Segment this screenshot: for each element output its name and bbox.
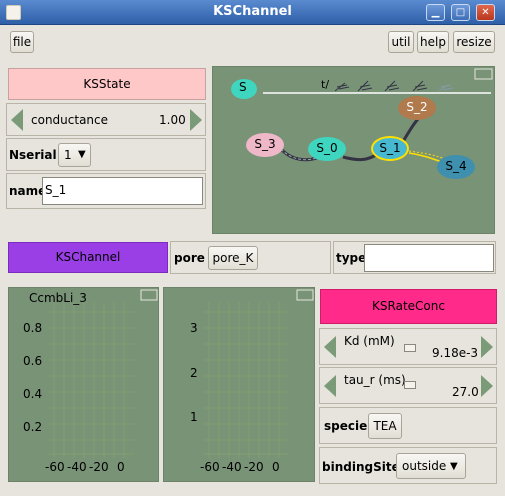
help-button[interactable]: help (417, 31, 449, 53)
x-tick: -60 (200, 460, 220, 474)
binding-value: outside (402, 459, 447, 473)
y-tick: 0.2 (23, 420, 43, 434)
ksstate-header[interactable]: KSState (8, 68, 206, 100)
kd-value: 9.18e-3 (432, 346, 479, 360)
kschannel-header[interactable]: KSChannel (8, 242, 168, 273)
util-button[interactable]: util (388, 31, 414, 53)
decrease-arrow-icon[interactable] (324, 375, 336, 397)
minimize-icon[interactable]: ▁ (426, 4, 445, 21)
resize-button[interactable]: resize (453, 31, 495, 53)
tau-label: tau_r (ms) (344, 373, 406, 387)
type-label: type (336, 251, 367, 265)
chevron-down-icon: ▼ (450, 461, 458, 472)
chevron-down-icon: ▼ (78, 149, 86, 160)
y-tick: 1 (190, 410, 198, 424)
specie-button[interactable]: TEA (368, 413, 402, 439)
conductance-value: 1.00 (159, 113, 186, 127)
kd-panel: Kd (mM) 9.18e-3 (319, 328, 497, 365)
plot-2-grid (204, 289, 314, 458)
binding-panel: bindingSite outside ▼ (319, 447, 497, 484)
y-tick: 0.8 (23, 321, 43, 335)
close-icon[interactable]: ✕ (476, 4, 495, 21)
y-tick: 2 (190, 366, 198, 380)
pore-label: pore (174, 251, 205, 265)
file-button[interactable]: file (10, 31, 34, 53)
plot-1-grid (49, 289, 158, 458)
conductance-label: conductance (31, 113, 109, 127)
rate-label: t/ (321, 78, 330, 91)
pore-panel: pore pore_K (170, 241, 331, 274)
kd-label: Kd (mM) (344, 334, 395, 348)
conductance-panel: conductance 1.00 (6, 103, 206, 136)
nserial-panel: Nserial 1 ▼ (6, 138, 206, 171)
name-input[interactable]: S_1 (42, 177, 203, 205)
decrease-arrow-icon[interactable] (11, 109, 23, 131)
tau-value: 27.0 (452, 385, 479, 399)
increase-arrow-icon[interactable] (481, 375, 493, 397)
tau-panel: tau_r (ms) 27.0 (319, 367, 497, 404)
increase-arrow-icon[interactable] (190, 109, 202, 131)
state-diagram[interactable]: S t/ S_2 S_3 S_0 S_1 S_4 (212, 66, 495, 234)
legend-state-label: S (239, 80, 247, 94)
state-node-s0[interactable]: S_0 (308, 137, 346, 161)
x-tick: -40 (222, 460, 242, 474)
state-node-s1[interactable]: S_1 (371, 136, 409, 161)
x-tick: -20 (89, 460, 109, 474)
y-tick: 0.4 (23, 387, 43, 401)
rate-plot-2[interactable]: 3 2 1 -60 -40 -20 0 (163, 287, 315, 482)
rate-plot-1[interactable]: CcmbLi_3 0.8 0.6 0.4 0.2 -60 -40 -20 0 (8, 287, 159, 482)
decrease-arrow-icon[interactable] (324, 336, 336, 358)
specie-panel: specie TEA (319, 407, 497, 444)
binding-label: bindingSite (322, 460, 400, 474)
pore-button[interactable]: pore_K (208, 246, 258, 270)
specie-label: specie (324, 419, 368, 433)
state-node-s3[interactable]: S_3 (246, 133, 284, 157)
increase-arrow-icon[interactable] (481, 336, 493, 358)
state-node-s4[interactable]: S_4 (437, 155, 475, 179)
type-panel: type (333, 241, 496, 274)
panel-corner-icon (474, 68, 493, 80)
tau-slider-knob[interactable] (404, 381, 416, 389)
x-tick: -20 (244, 460, 264, 474)
name-label: name (9, 184, 47, 198)
kd-slider-knob[interactable] (404, 344, 416, 352)
y-tick: 0.6 (23, 354, 43, 368)
x-tick: -60 (45, 460, 65, 474)
x-tick: 0 (272, 460, 280, 474)
type-input[interactable] (364, 244, 494, 272)
x-tick: -40 (67, 460, 87, 474)
state-node-s2[interactable]: S_2 (398, 96, 436, 120)
rate-markers (334, 80, 454, 92)
plot-1-title: CcmbLi_3 (29, 291, 87, 305)
title-bar: KSChannel ▁ □ ✕ (0, 0, 505, 25)
rate-header[interactable]: KSRateConc (320, 289, 497, 324)
nserial-value: 1 (64, 148, 72, 162)
nserial-label: Nserial (9, 148, 57, 162)
maximize-icon[interactable]: □ (451, 4, 470, 21)
y-tick: 3 (190, 321, 198, 335)
nserial-select[interactable]: 1 ▼ (58, 143, 91, 167)
x-tick: 0 (117, 460, 125, 474)
name-panel: name S_1 (6, 173, 206, 209)
binding-select[interactable]: outside ▼ (396, 453, 466, 479)
